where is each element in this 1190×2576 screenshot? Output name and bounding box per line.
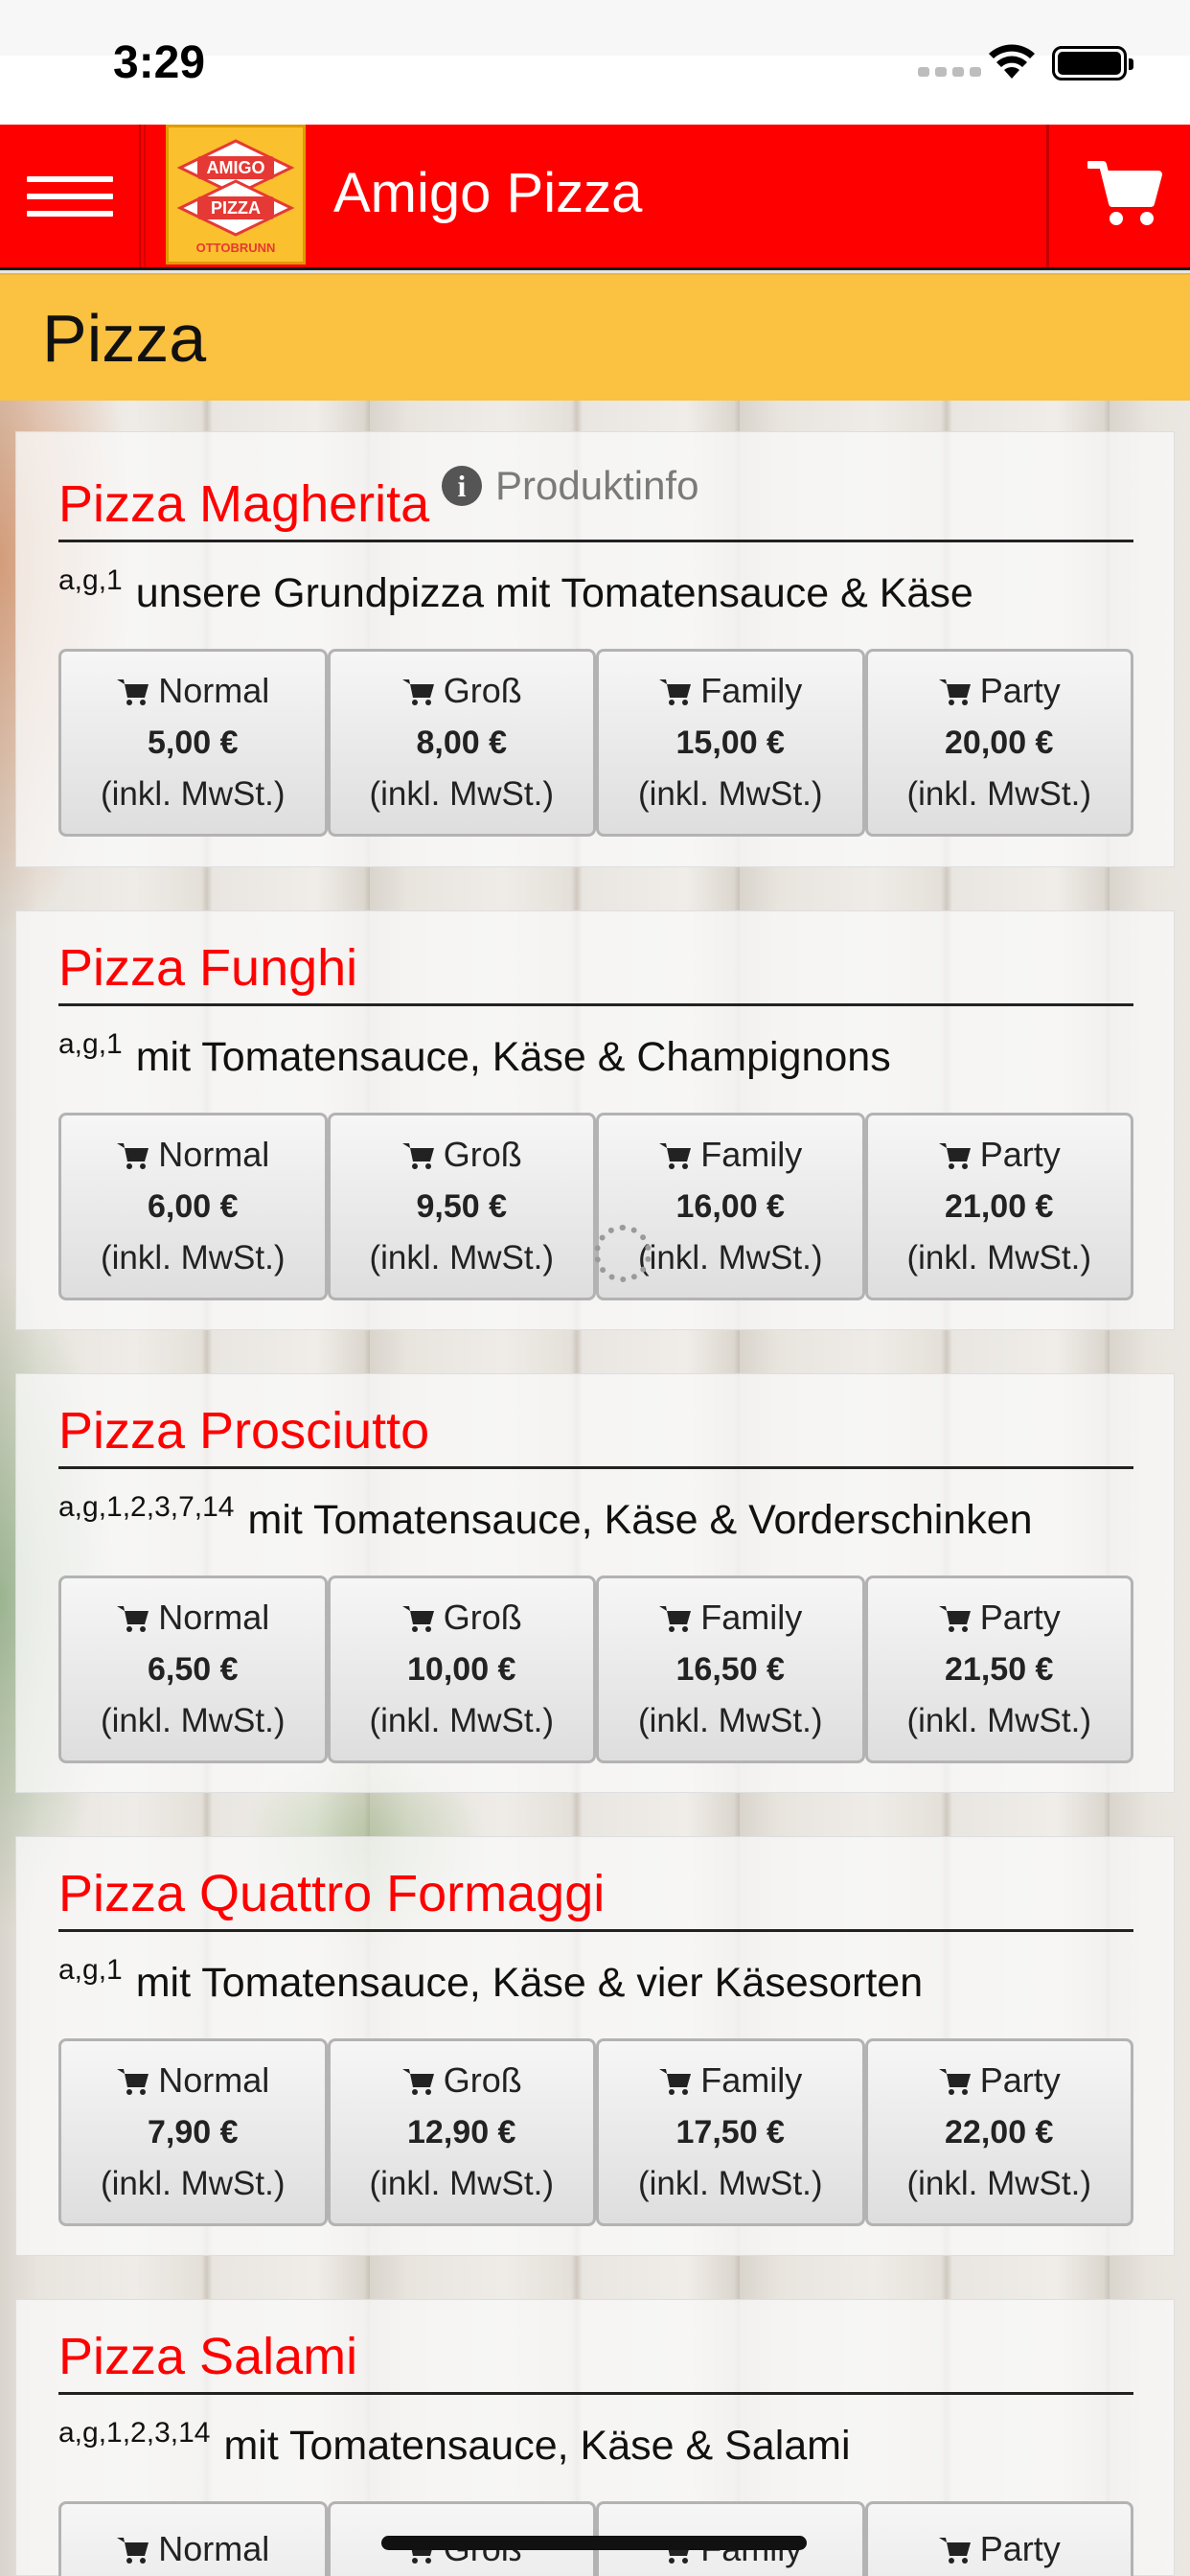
battery-icon (1052, 46, 1133, 80)
price: 22,00 € (945, 2114, 1054, 2150)
allergen-codes: a,g,1 (58, 564, 123, 596)
home-indicator[interactable] (381, 2536, 807, 2550)
product-name: Pizza Magherita (58, 475, 430, 533)
product-name: Pizza Salami (58, 2328, 358, 2385)
add-to-cart-button[interactable]: Family 15,00 € (inkl. MwSt.) (596, 649, 865, 837)
price: 9,50 € (416, 1188, 508, 1225)
product-card: Pizza Magherita i Produktinfo a,g,1 unser… (15, 431, 1175, 867)
price: 15,00 € (675, 724, 785, 761)
add-to-cart-button[interactable]: Normal (58, 2501, 328, 2576)
product-description: a,g,1,2,3,14 mit Tomatensauce, Käse & Sal… (58, 2417, 851, 2469)
info-icon: i (442, 466, 482, 506)
cart-icon (117, 1606, 149, 1632)
add-to-cart-button[interactable]: Party 20,00 € (inkl. MwSt.) (864, 649, 1133, 837)
add-to-cart-button[interactable]: Family 16,50 € (inkl. MwSt.) (596, 1576, 865, 1763)
cart-icon (117, 2538, 149, 2564)
cart-icon (401, 1143, 434, 1169)
price: 16,00 € (675, 1188, 785, 1225)
add-to-cart-button[interactable]: Groß 12,90 € (inkl. MwSt.) (327, 2038, 596, 2226)
allergen-codes: a,g,1 (58, 1954, 123, 1986)
add-to-cart-button[interactable]: Groß 10,00 € (inkl. MwSt.) (327, 1576, 596, 1763)
cart-icon (659, 1143, 692, 1169)
product-card: Pizza Prosciutto a,g,1,2,3,7,14 mit Tomat… (15, 1373, 1175, 1793)
cart-icon (117, 679, 149, 705)
cart-icon (938, 679, 971, 705)
add-to-cart-button[interactable]: Party 21,50 € (inkl. MwSt.) (864, 1576, 1133, 1763)
add-to-cart-button[interactable]: Party 22,00 € (inkl. MwSt.) (864, 2038, 1133, 2226)
cellular-signal-icon (918, 67, 981, 77)
product-card: Pizza Quattro Formaggi a,g,1 mit Tomatens… (15, 1836, 1175, 2256)
size-buttons: Normal 5,00 € (inkl. MwSt.) Groß 8,00 € … (58, 649, 1133, 837)
add-to-cart-button[interactable]: Groß 8,00 € (inkl. MwSt.) (327, 649, 596, 837)
size-buttons: Normal 6,00 € (inkl. MwSt.) Groß 9,50 € … (58, 1113, 1133, 1300)
price: 10,00 € (407, 1651, 516, 1688)
category-title: Pizza (42, 301, 207, 376)
price: 21,00 € (945, 1188, 1054, 1225)
product-description: a,g,1 unsere Grundpizza mit Tomatensauce … (58, 564, 973, 616)
logo-text-bottom: OTTOBRUNN (196, 241, 276, 255)
add-to-cart-button[interactable]: Family 17,50 € (inkl. MwSt.) (596, 2038, 865, 2226)
logo-text-top: AMIGO (207, 158, 265, 177)
cart-icon (938, 2538, 971, 2564)
cart-icon (938, 1143, 971, 1169)
product-card: Pizza Salami a,g,1,2,3,14 mit Tomatensauc… (15, 2299, 1175, 2576)
price: 6,00 € (147, 1188, 239, 1225)
app-title: Amigo Pizza (333, 162, 643, 224)
add-to-cart-button[interactable]: Groß 9,50 € (inkl. MwSt.) (327, 1113, 596, 1300)
cart-icon (938, 2069, 971, 2095)
wifi-icon (987, 42, 1037, 85)
hamburger-icon (27, 176, 113, 182)
status-bar: 3:29 (0, 0, 1190, 125)
add-to-cart-button[interactable]: Normal 6,50 € (inkl. MwSt.) (58, 1576, 328, 1763)
product-description: a,g,1 mit Tomatensauce, Käse & Champignon… (58, 1028, 891, 1080)
cart-icon (659, 679, 692, 705)
product-description: a,g,1 mit Tomatensauce, Käse & vier Käses… (58, 1954, 924, 2006)
add-to-cart-button[interactable]: Normal 7,90 € (inkl. MwSt.) (58, 2038, 328, 2226)
price: 12,90 € (407, 2114, 516, 2150)
price: 17,50 € (675, 2114, 785, 2150)
status-time: 3:29 (113, 37, 206, 88)
restaurant-logo: AMIGO PIZZA OTTOBRUNN (166, 125, 306, 264)
add-to-cart-button[interactable]: Normal 6,00 € (inkl. MwSt.) (58, 1113, 328, 1300)
product-info-link[interactable]: i Produktinfo (442, 463, 698, 509)
add-to-cart-button[interactable]: Party 21,00 € (inkl. MwSt.) (864, 1113, 1133, 1300)
add-to-cart-button[interactable]: Party (864, 2501, 1133, 2576)
menu-button[interactable] (0, 125, 141, 267)
price: 8,00 € (416, 724, 508, 761)
logo-text-middle: PIZZA (211, 198, 261, 218)
product-name: Pizza Prosciutto (58, 1402, 430, 1460)
allergen-codes: a,g,1 (58, 1028, 123, 1060)
shopping-cart-icon (1087, 161, 1162, 225)
size-buttons: Normal 6,50 € (inkl. MwSt.) Groß 10,00 €… (58, 1576, 1133, 1763)
cart-icon (117, 2069, 149, 2095)
cart-icon (401, 1606, 434, 1632)
cart-icon (117, 1143, 149, 1169)
product-description: a,g,1,2,3,7,14 mit Tomatensauce, Käse & V… (58, 1491, 1033, 1543)
price: 21,50 € (945, 1651, 1054, 1688)
cart-icon (938, 1606, 971, 1632)
cart-icon (659, 2069, 692, 2095)
price: 6,50 € (147, 1651, 239, 1688)
price: 16,50 € (675, 1651, 785, 1688)
category-bar: Pizza (0, 273, 1190, 401)
size-buttons: Normal 7,90 € (inkl. MwSt.) Groß 12,90 €… (58, 2038, 1133, 2226)
loading-spinner-icon (594, 1225, 652, 1282)
app-header: AMIGO PIZZA OTTOBRUNN Amigo Pizza (0, 125, 1190, 270)
cart-icon (401, 679, 434, 705)
allergen-codes: a,g,1,2,3,7,14 (58, 1491, 235, 1523)
price: 7,90 € (147, 2114, 239, 2150)
cart-icon (659, 1606, 692, 1632)
cart-button[interactable] (1046, 125, 1190, 267)
product-name: Pizza Funghi (58, 939, 358, 997)
product-card: Pizza Funghi a,g,1 mit Tomatensauce, Käse… (15, 910, 1175, 1330)
add-to-cart-button[interactable]: Normal 5,00 € (inkl. MwSt.) (58, 649, 328, 837)
cart-icon (401, 2069, 434, 2095)
price: 20,00 € (945, 724, 1054, 761)
price: 5,00 € (147, 724, 239, 761)
allergen-codes: a,g,1,2,3,14 (58, 2417, 211, 2449)
product-name: Pizza Quattro Formaggi (58, 1865, 606, 1922)
